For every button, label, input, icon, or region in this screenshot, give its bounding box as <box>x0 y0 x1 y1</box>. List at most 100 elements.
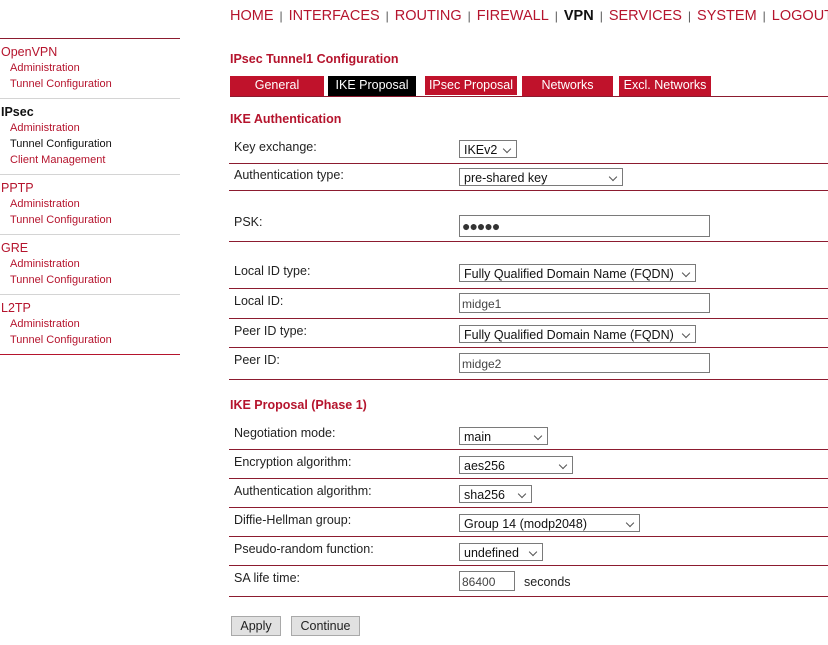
chevron-down-icon <box>558 460 568 470</box>
nav-system[interactable]: SYSTEM <box>697 8 757 24</box>
peer-id-type-value: Fully Qualified Domain Name (FQDN) <box>464 328 674 342</box>
authentication-type-select[interactable]: pre-shared key <box>459 168 623 186</box>
nav-separator: | <box>599 9 603 23</box>
chevron-down-icon <box>608 172 618 182</box>
tab-ipsec-proposal[interactable]: IPsec Proposal <box>425 76 517 95</box>
sidebar-heading-openvpn[interactable]: OpenVPN <box>0 44 180 60</box>
encryption-algorithm-select[interactable]: aes256 <box>459 456 573 474</box>
local-id-type-select[interactable]: Fully Qualified Domain Name (FQDN) <box>459 264 696 282</box>
key-exchange-value: IKEv2 <box>464 143 498 157</box>
sidebar-heading-l2tp[interactable]: L2TP <box>0 300 180 316</box>
label-peer-id: Peer ID: <box>234 353 280 367</box>
authentication-algorithm-select[interactable]: sha256 <box>459 485 532 503</box>
key-exchange-select[interactable]: IKEv2 <box>459 140 517 158</box>
sa-lifetime-input[interactable]: 86400 <box>459 571 515 591</box>
section-title-ike-proposal: IKE Proposal (Phase 1) <box>230 398 367 412</box>
tab-bar: General IKE Proposal IPsec Proposal Netw… <box>230 76 828 97</box>
sidebar-item-l2tp-administration[interactable]: Administration <box>0 316 180 332</box>
local-id-type-value: Fully Qualified Domain Name (FQDN) <box>464 267 674 281</box>
dh-group-value: Group 14 (modp2048) <box>464 517 587 531</box>
section-title-ike-authentication: IKE Authentication <box>230 112 342 126</box>
chevron-down-icon <box>517 489 527 499</box>
page-title: IPsec Tunnel1 Configuration <box>230 52 399 66</box>
row-peer-id-type: Peer ID type: Fully Qualified Domain Nam… <box>229 319 828 348</box>
label-prf: Pseudo-random function: <box>234 542 374 556</box>
peer-id-input[interactable]: midge2 <box>459 353 710 373</box>
row-authentication-type: Authentication type: pre-shared key <box>229 164 828 191</box>
row-sa-lifetime: SA life time: 86400 seconds <box>229 566 828 597</box>
row-authentication-algorithm: Authentication algorithm: sha256 <box>229 479 828 508</box>
chevron-down-icon <box>681 268 691 278</box>
sidebar-item-ipsec-tunnel-configuration[interactable]: Tunnel Configuration <box>0 136 180 152</box>
nav-separator: | <box>687 9 692 23</box>
nav-logout[interactable]: LOGOUT <box>772 8 828 24</box>
label-encryption-algorithm: Encryption algorithm: <box>234 455 352 469</box>
sidebar-group-l2tp: L2TP Administration Tunnel Configuration <box>0 294 180 355</box>
chevron-down-icon <box>502 144 512 154</box>
nav-separator: | <box>279 9 283 23</box>
nav-services[interactable]: SERVICES <box>609 8 682 24</box>
psk-input[interactable]: ●●●●● <box>459 215 710 237</box>
sidebar-item-openvpn-tunnel-configuration[interactable]: Tunnel Configuration <box>0 76 180 92</box>
label-key-exchange: Key exchange: <box>234 140 317 154</box>
sidebar-item-pptp-administration[interactable]: Administration <box>0 196 180 212</box>
peer-id-type-select[interactable]: Fully Qualified Domain Name (FQDN) <box>459 325 696 343</box>
sidebar-heading-pptp[interactable]: PPTP <box>0 180 180 196</box>
sidebar-group-gre: GRE Administration Tunnel Configuration <box>0 234 180 294</box>
nav-routing[interactable]: ROUTING <box>395 8 462 24</box>
sidebar-item-l2tp-tunnel-configuration[interactable]: Tunnel Configuration <box>0 332 180 348</box>
sidebar-group-pptp: PPTP Administration Tunnel Configuration <box>0 174 180 234</box>
nav-interfaces[interactable]: INTERFACES <box>289 8 380 24</box>
continue-button[interactable]: Continue <box>291 616 360 636</box>
row-local-id: Local ID: midge1 <box>229 289 828 319</box>
sidebar-item-gre-tunnel-configuration[interactable]: Tunnel Configuration <box>0 272 180 288</box>
label-sa-lifetime: SA life time: <box>234 571 300 585</box>
label-peer-id-type: Peer ID type: <box>234 324 307 338</box>
sidebar-heading-ipsec[interactable]: IPsec <box>0 104 180 120</box>
label-negotiation-mode: Negotiation mode: <box>234 426 336 440</box>
sidebar-item-gre-administration[interactable]: Administration <box>0 256 180 272</box>
sidebar-item-ipsec-client-management[interactable]: Client Management <box>0 152 180 168</box>
sidebar-item-pptp-tunnel-configuration[interactable]: Tunnel Configuration <box>0 212 180 228</box>
tab-ike-proposal[interactable]: IKE Proposal <box>328 76 416 96</box>
sidebar-group-ipsec: IPsec Administration Tunnel Configuratio… <box>0 98 180 174</box>
prf-select[interactable]: undefined <box>459 543 543 561</box>
row-psk: PSK: ●●●●● <box>229 191 828 242</box>
label-local-id-type: Local ID type: <box>234 264 311 278</box>
sa-lifetime-unit: seconds <box>524 575 571 589</box>
apply-button[interactable]: Apply <box>231 616 281 636</box>
label-authentication-algorithm: Authentication algorithm: <box>234 484 372 498</box>
prf-value: undefined <box>464 546 519 560</box>
psk-masked-value: ●●●●● <box>462 218 500 234</box>
local-id-input[interactable]: midge1 <box>459 293 710 313</box>
chevron-down-icon <box>681 329 691 339</box>
encryption-algorithm-value: aes256 <box>464 459 506 473</box>
sidebar-item-ipsec-administration[interactable]: Administration <box>0 120 180 136</box>
sidebar: OpenVPN Administration Tunnel Configurat… <box>0 38 180 355</box>
authentication-algorithm-value: sha256 <box>464 488 506 502</box>
chevron-down-icon <box>625 518 635 528</box>
sidebar-item-openvpn-administration[interactable]: Administration <box>0 60 180 76</box>
sidebar-group-openvpn: OpenVPN Administration Tunnel Configurat… <box>0 38 180 98</box>
tab-networks[interactable]: Networks <box>522 76 613 96</box>
label-psk: PSK: <box>234 215 263 229</box>
sidebar-heading-gre[interactable]: GRE <box>0 240 180 256</box>
row-key-exchange: Key exchange: IKEv2 <box>229 134 828 164</box>
tab-general[interactable]: General <box>230 76 324 96</box>
row-negotiation-mode: Negotiation mode: main <box>229 420 828 450</box>
dh-group-select[interactable]: Group 14 (modp2048) <box>459 514 640 532</box>
row-encryption-algorithm: Encryption algorithm: aes256 <box>229 450 828 479</box>
authentication-type-value: pre-shared key <box>464 171 548 185</box>
nav-vpn[interactable]: VPN <box>564 8 594 24</box>
negotiation-mode-select[interactable]: main <box>459 427 548 445</box>
nav-separator: | <box>762 9 766 23</box>
label-authentication-type: Authentication type: <box>234 168 344 182</box>
row-dh-group: Diffie-Hellman group: Group 14 (modp2048… <box>229 508 828 537</box>
nav-firewall[interactable]: FIREWALL <box>477 8 549 24</box>
row-peer-id: Peer ID: midge2 <box>229 348 828 380</box>
chevron-down-icon <box>528 547 538 557</box>
top-navigation: HOME | INTERFACES | ROUTING | FIREWALL | VPN | SER… <box>230 8 828 26</box>
label-dh-group: Diffie-Hellman group: <box>234 513 352 527</box>
tab-excl-networks[interactable]: Excl. Networks <box>619 76 711 96</box>
nav-home[interactable]: HOME <box>230 8 274 24</box>
